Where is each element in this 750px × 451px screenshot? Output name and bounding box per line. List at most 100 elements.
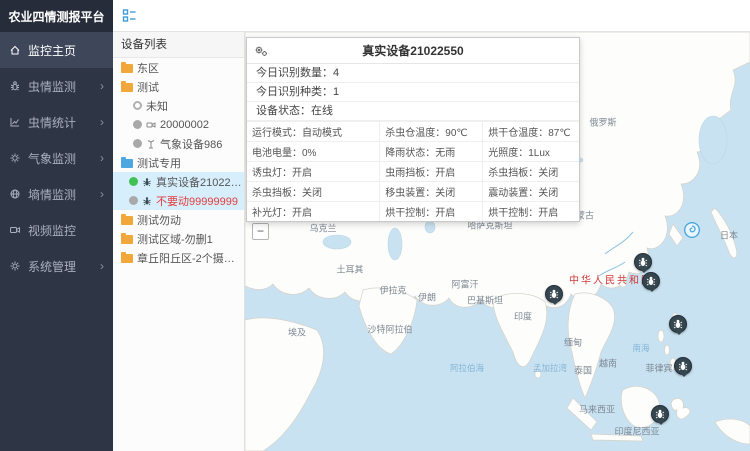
popup-title: 真实设备21022550: [362, 42, 463, 59]
topbar: [113, 0, 750, 32]
tree-node-label: 真实设备21022550: [156, 174, 244, 190]
popup-status-table: 运行模式：自动模式 杀虫仓温度：90℃ 烘干仓温度：87℃ 电池电量：0% 降雨…: [247, 121, 579, 221]
sidebar-item-video-monitor[interactable]: 视频监控: [0, 212, 113, 248]
sidebar-nav: 监控主页 虫情监测 › 虫情统计 › 气象监测: [0, 32, 113, 284]
popup-info-count: 今日识别数量：4: [247, 64, 579, 83]
content: 设备列表 东区 测试 未知 200: [113, 32, 750, 451]
popup-info-types: 今日识别种类：1: [247, 83, 579, 102]
tree-node-dont-touch-99999999[interactable]: 不要动99999999: [113, 191, 244, 210]
status-cell: 补光灯：开启: [247, 202, 380, 222]
tree-node-test-area[interactable]: 测试区域-勿删1: [113, 229, 244, 248]
device-info-popup: 真实设备21022550 今日识别数量：4 今日识别种类：1 设备状态：在线 运…: [246, 37, 580, 222]
chevron-right-icon: ›: [100, 151, 104, 165]
status-cell: 虫雨挡板：开启: [380, 162, 483, 182]
device-marker[interactable]: [642, 272, 660, 290]
sidebar-item-label: 视频监控: [28, 222, 104, 239]
typhoon-icon: [683, 221, 701, 239]
tree-node-label: 测试勿动: [137, 212, 181, 228]
bug-pin-icon: [672, 318, 684, 330]
bug-icon: [9, 80, 21, 92]
tree-node-test-no-move[interactable]: 测试勿动: [113, 210, 244, 229]
chart-icon: [9, 116, 21, 128]
tree-node-unknown[interactable]: 未知: [113, 96, 244, 115]
table-row: 运行模式：自动模式 杀虫仓温度：90℃ 烘干仓温度：87℃: [247, 122, 579, 142]
tree-node-label: 不要动99999999: [156, 193, 238, 209]
device-list-toggle-icon[interactable]: [122, 8, 137, 23]
chevron-right-icon: ›: [100, 115, 104, 129]
status-cell: 电池电量：0%: [247, 142, 380, 162]
tree-node-east[interactable]: 东区: [113, 58, 244, 77]
tree-node-label: 气象设备986: [160, 136, 222, 152]
map-canvas[interactable]: 俄罗斯 蒙古 哈萨克斯坦 乌克兰 土耳其 伊拉克 伊朗 阿富汗 巴基斯坦 沙特阿…: [245, 32, 750, 451]
status-cell: 烘干控制：开启: [483, 202, 579, 222]
status-cell: 烘干控制：开启: [380, 202, 483, 222]
folder-icon: [121, 254, 133, 263]
status-cell: 移虫装置：关闭: [380, 182, 483, 202]
table-row: 诱虫灯：开启 虫雨挡板：开启 杀虫挡板：关闭: [247, 162, 579, 182]
tree-node-test-special[interactable]: 测试专用: [113, 153, 244, 172]
status-cell: 杀虫挡板：关闭: [247, 182, 380, 202]
offline-status-dot: [133, 139, 142, 148]
sidebar-item-insect-monitor[interactable]: 虫情监测 ›: [0, 68, 113, 104]
status-cell: 杀虫挡板：关闭: [483, 162, 579, 182]
device-marker[interactable]: [674, 357, 692, 375]
globe-icon: [9, 188, 21, 200]
tree-node-real-device-21022550[interactable]: 真实设备21022550: [113, 172, 244, 191]
sidebar-item-weather-monitor[interactable]: 气象监测 ›: [0, 140, 113, 176]
offline-status-dot: [129, 196, 138, 205]
app-window: 农业四情测报平台 监控主页 虫情监测 › 虫情统计 ›: [0, 0, 750, 451]
status-cell: 烘干仓温度：87℃: [483, 122, 579, 142]
tree-node-label: 未知: [146, 98, 168, 114]
tree-node-zhangqiu[interactable]: 章丘阳丘区-2个摄像头: [113, 248, 244, 267]
sidebar-item-label: 墒情监测: [28, 186, 93, 203]
folder-icon: [121, 159, 133, 168]
status-cell: 降雨状态：无雨: [380, 142, 483, 162]
device-marker[interactable]: [651, 405, 669, 423]
bug-pin-icon: [637, 256, 649, 268]
bug-device-icon: [142, 177, 152, 187]
sidebar-item-system-admin[interactable]: 系统管理 ›: [0, 248, 113, 284]
status-cell: 运行模式：自动模式: [247, 122, 380, 142]
sidebar-item-label: 系统管理: [28, 258, 93, 275]
folder-icon: [121, 83, 133, 92]
bug-device-icon: [142, 196, 152, 206]
device-list-panel: 设备列表 东区 测试 未知 200: [113, 32, 245, 451]
sidebar-item-label: 虫情监测: [28, 78, 93, 95]
popup-info-status: 设备状态：在线: [247, 102, 579, 121]
device-marker[interactable]: [634, 253, 652, 271]
weather-station-icon: [146, 139, 156, 149]
sidebar-item-label: 虫情统计: [28, 114, 93, 131]
sidebar-item-insect-stats[interactable]: 虫情统计 ›: [0, 104, 113, 140]
tree-node-test[interactable]: 测试: [113, 77, 244, 96]
sidebar-item-label: 监控主页: [28, 42, 104, 59]
bug-pin-icon: [677, 360, 689, 372]
sun-icon: [9, 152, 21, 164]
table-row: 杀虫挡板：关闭 移虫装置：关闭 震动装置：关闭: [247, 182, 579, 202]
sidebar: 农业四情测报平台 监控主页 虫情监测 › 虫情统计 ›: [0, 0, 113, 451]
online-status-dot: [129, 177, 138, 186]
sidebar-item-monitor-home[interactable]: 监控主页: [0, 32, 113, 68]
chevron-right-icon: ›: [100, 187, 104, 201]
home-icon: [9, 44, 21, 56]
chevron-right-icon: ›: [100, 259, 104, 273]
camera-icon: [146, 120, 156, 130]
folder-icon: [121, 64, 133, 73]
zoom-out-button[interactable]: −: [252, 223, 269, 240]
unknown-location-icon: [133, 101, 142, 110]
folder-icon: [121, 235, 133, 244]
device-marker[interactable]: [545, 285, 563, 303]
typhoon-marker[interactable]: [683, 221, 701, 239]
tree-node-label: 测试区域-勿删1: [137, 231, 213, 247]
tree-node-weather-986[interactable]: 气象设备986: [113, 134, 244, 153]
status-cell: 震动装置：关闭: [483, 182, 579, 202]
tree-node-camera-20000002[interactable]: 20000002: [113, 115, 244, 134]
video-camera-icon: [9, 224, 21, 236]
tree-node-label: 章丘阳丘区-2个摄像头: [137, 250, 244, 266]
tree-node-label: 20000002: [160, 119, 209, 131]
offline-status-dot: [133, 120, 142, 129]
tree-node-label: 测试专用: [137, 155, 181, 171]
sidebar-item-soil-monitor[interactable]: 墒情监测 ›: [0, 176, 113, 212]
device-marker[interactable]: [669, 315, 687, 333]
table-row: 电池电量：0% 降雨状态：无雨 光照度：1Lux: [247, 142, 579, 162]
table-row: 补光灯：开启 烘干控制：开启 烘干控制：开启: [247, 202, 579, 222]
